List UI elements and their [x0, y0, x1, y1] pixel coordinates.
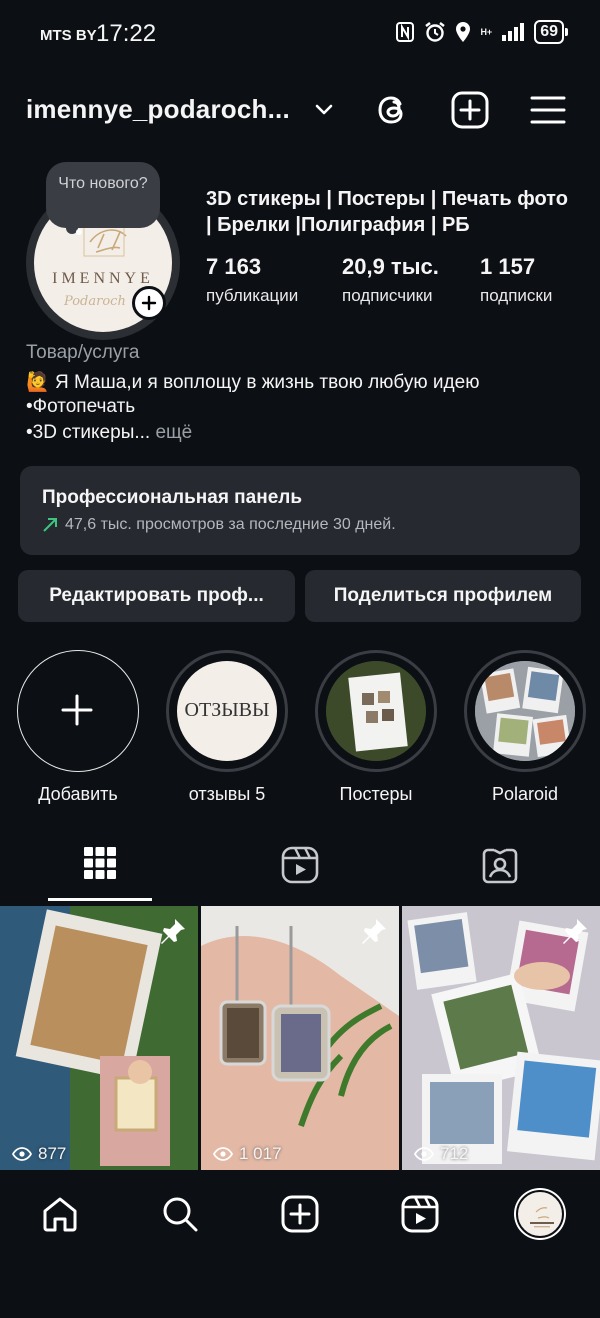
reels-icon[interactable] — [400, 1194, 440, 1234]
plus-icon — [61, 694, 93, 726]
post-thumbnail[interactable]: 1 017 — [201, 906, 399, 1170]
signal-icon — [502, 23, 525, 41]
posts-stat[interactable]: 7 163 публикации — [206, 254, 298, 306]
followers-count: 20,9 тыс. — [342, 254, 439, 279]
poster-photo-icon — [326, 661, 426, 761]
profile-tabs — [0, 836, 600, 904]
polaroid-photo-icon — [475, 661, 575, 761]
eye-icon — [213, 1147, 233, 1161]
account-switcher[interactable]: imennye_podaroch... — [26, 94, 290, 125]
followers-stat[interactable]: 20,9 тыс. подписчики — [342, 254, 439, 306]
edit-profile-button[interactable]: Редактировать проф... — [18, 570, 295, 622]
search-icon[interactable] — [160, 1194, 200, 1234]
professional-dashboard[interactable]: Профессиональная панель 47,6 тыс. просмо… — [20, 466, 580, 555]
post-views-count: 877 — [38, 1144, 67, 1163]
add-story-badge[interactable] — [132, 286, 166, 320]
profile-nav-avatar[interactable] — [516, 1190, 564, 1238]
status-time: 17:22 — [96, 20, 157, 47]
highlight-label: Добавить — [38, 784, 118, 804]
bio-text-3: •3D стикеры... — [26, 422, 151, 443]
nfc-icon — [396, 22, 415, 42]
highlight-cover — [326, 661, 426, 761]
bio-line-2: •Фотопечать — [26, 396, 136, 417]
posts-label: публикации — [206, 286, 299, 305]
highlight-polaroid[interactable]: Polaroid — [464, 650, 586, 805]
chevron-down-icon[interactable] — [312, 98, 336, 122]
highlight-ring — [315, 650, 437, 772]
bottom-navigation — [0, 1176, 600, 1256]
status-icons: H+ 69 — [395, 20, 568, 44]
grid-icon[interactable] — [83, 846, 117, 880]
alarm-icon — [425, 22, 446, 42]
highlight-label: Постеры — [339, 784, 413, 804]
following-stat[interactable]: 1 157 подписки — [480, 254, 552, 306]
battery-level: 69 — [534, 20, 568, 44]
menu-icon[interactable] — [528, 90, 568, 130]
bio-emoji: 🙋 — [26, 372, 50, 393]
home-icon[interactable] — [40, 1194, 80, 1234]
highlight-cover — [475, 661, 575, 761]
brand-logo-icon — [530, 1207, 554, 1228]
pin-icon — [362, 919, 386, 944]
plus-icon — [141, 295, 157, 311]
eye-icon — [414, 1147, 434, 1161]
eye-icon — [12, 1147, 32, 1161]
post-views-count: 712 — [440, 1144, 469, 1163]
post-thumbnail[interactable]: 877 — [0, 906, 198, 1170]
highlight-posters[interactable]: Постеры — [315, 650, 437, 805]
pro-panel-subtitle: 47,6 тыс. просмотров за последние 30 дне… — [42, 516, 558, 534]
carrier-name: MTS BY — [40, 27, 97, 44]
profile-category: Товар/услуга — [26, 342, 140, 363]
highlight-cover-text: ОТЗЫВЫ — [184, 699, 270, 721]
trend-up-icon — [43, 518, 57, 532]
post-views: 1 017 — [213, 1144, 282, 1164]
pro-panel-title: Профессиональная панель — [42, 487, 303, 508]
following-count: 1 157 — [480, 254, 536, 279]
post-thumbnail[interactable]: 712 — [402, 906, 600, 1170]
profile-header: imennye_podaroch... — [0, 84, 600, 136]
bio-text-1: Я Маша,и я воплощу в жизнь твою любую ид… — [54, 372, 480, 393]
create-post-icon[interactable] — [450, 90, 490, 130]
post-views: 877 — [12, 1144, 66, 1164]
highlight-label: Polaroid — [491, 784, 559, 804]
bio-line-3: •3D стикеры... ещё — [26, 422, 192, 444]
tagged-icon[interactable] — [481, 846, 519, 884]
post-views-count: 1 017 — [239, 1144, 282, 1163]
highlight-ring — [464, 650, 586, 772]
status-bar: MTS BY 17:22 H+ 69 — [0, 0, 600, 70]
followers-label: подписчики — [342, 286, 433, 305]
highlight-reviews[interactable]: ОТЗЫВЫ отзывы 5 — [166, 650, 288, 805]
highlight-ring: ОТЗЫВЫ — [166, 650, 288, 772]
location-icon — [456, 22, 471, 42]
profile-name: 3D стикеры | Постеры | Печать фото | Бре… — [206, 188, 568, 236]
reels-icon[interactable] — [281, 846, 319, 884]
network-type: H+ — [480, 26, 493, 37]
new-post-icon[interactable] — [280, 1194, 320, 1234]
threads-icon[interactable] — [372, 90, 412, 130]
active-tab-indicator — [48, 898, 152, 901]
pin-icon — [563, 919, 587, 944]
highlight-add-ring — [17, 650, 139, 772]
share-profile-button[interactable]: Поделиться профилем — [305, 570, 581, 622]
highlight-add[interactable]: Добавить — [17, 650, 139, 805]
pin-icon — [161, 919, 185, 944]
highlight-label: отзывы 5 — [188, 784, 266, 804]
posts-count: 7 163 — [206, 254, 262, 279]
bio-more-link[interactable]: ещё — [155, 422, 192, 443]
note-bubble[interactable]: Что нового? — [46, 162, 160, 228]
pro-panel-views: 47,6 тыс. просмотров за последние 30 дне… — [65, 516, 396, 533]
following-label: подписки — [480, 286, 553, 305]
bio-line-1: 🙋 Я Маша,и я воплощу в жизнь твою любую … — [26, 370, 479, 394]
note-bubble-dot — [76, 229, 82, 235]
post-views: 712 — [414, 1144, 468, 1164]
highlight-cover: ОТЗЫВЫ — [177, 661, 277, 761]
avatar-script-text: Podaroch — [64, 294, 126, 309]
